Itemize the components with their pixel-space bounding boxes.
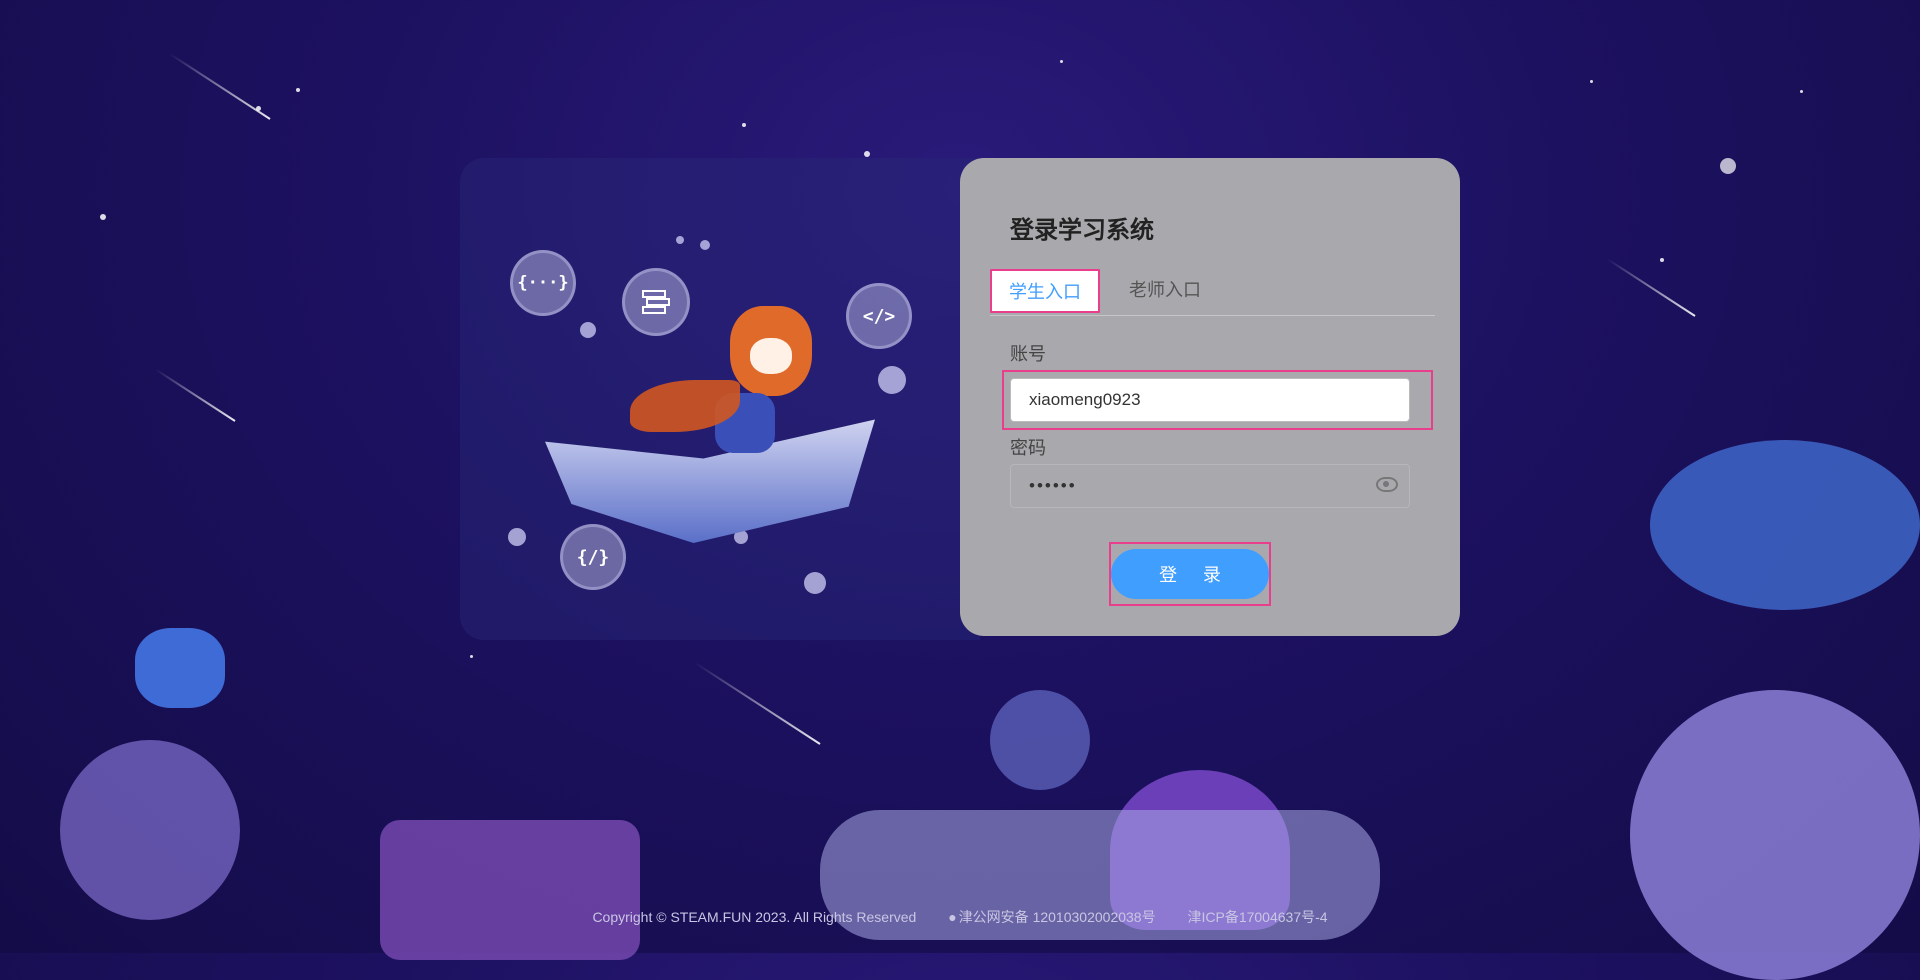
account-input[interactable]: xiaomeng0923 (1010, 378, 1410, 422)
password-label: 密码 (1010, 438, 1046, 459)
login-card: 登录学习系统 学生入口 老师入口 账号 xiaomeng0923 密码 ••••… (960, 158, 1460, 636)
password-input[interactable]: •••••• (1010, 464, 1410, 508)
tab-teacher[interactable]: 老师入口 (1112, 269, 1218, 313)
copyright-text: Copyright © STEAM.FUN 2023. All Rights R… (592, 909, 917, 925)
login-tabs: 学生入口 老师入口 (990, 269, 1435, 316)
login-button[interactable]: 登 录 (1111, 549, 1269, 599)
login-button-wrapper: 登 录 (1109, 542, 1271, 606)
code-braces-icon: {···} (510, 250, 576, 316)
tab-student[interactable]: 学生入口 (990, 269, 1100, 313)
code-slash-icon: {/} (560, 524, 626, 590)
illustration-panel: {···} </> {/} (460, 158, 980, 640)
password-field-wrapper: •••••• (1010, 464, 1410, 508)
account-label: 账号 (1010, 344, 1046, 365)
account-field-wrapper: xiaomeng0923 (1002, 370, 1433, 430)
icp-record-link[interactable]: 津ICP备17004637号-4 (1187, 909, 1327, 925)
footer: Copyright © STEAM.FUN 2023. All Rights R… (0, 907, 1920, 927)
police-record-link[interactable]: ● 津公网安备 12010302002038号 (948, 909, 1155, 925)
police-badge-icon: ● (948, 909, 957, 925)
html-tag-icon: </> (846, 283, 912, 349)
page-title: 登录学习系统 (1010, 216, 1154, 244)
eye-icon[interactable] (1376, 477, 1398, 492)
blocks-icon (622, 268, 690, 336)
